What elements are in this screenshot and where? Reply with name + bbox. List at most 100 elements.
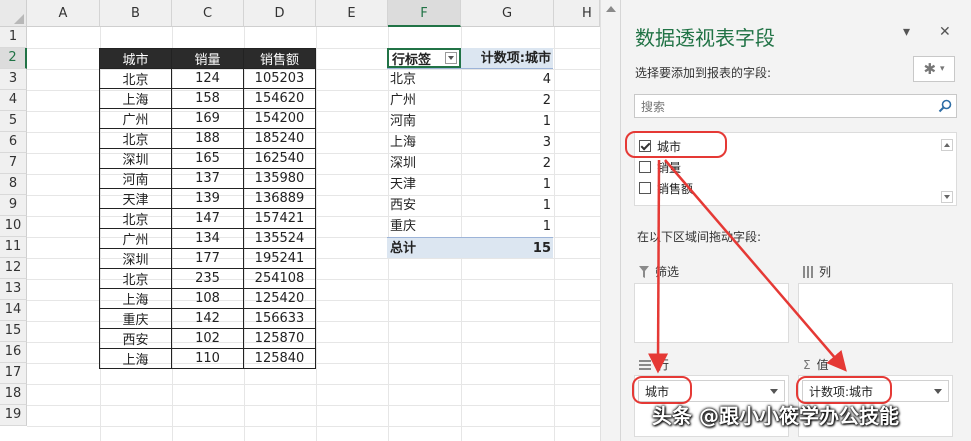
pivot-row[interactable]: 西安 1 [387, 195, 553, 216]
table-cell[interactable]: 158 [171, 88, 244, 109]
table-cell[interactable]: 157421 [243, 208, 316, 229]
column-header-g[interactable]: G [461, 0, 554, 27]
pivot-row[interactable]: 深圳 2 [387, 153, 553, 174]
table-cell[interactable]: 广州 [99, 108, 172, 129]
scroll-down-icon[interactable] [941, 191, 953, 203]
row-header-9[interactable]: 9 [0, 195, 27, 216]
column-header-a[interactable]: A [27, 0, 100, 27]
row-header-7[interactable]: 7 [0, 153, 27, 174]
row-header-14[interactable]: 14 [0, 300, 27, 321]
table-cell[interactable]: 北京 [99, 268, 172, 289]
table-cell[interactable]: 110 [171, 348, 244, 369]
table-cell[interactable]: 154200 [243, 108, 316, 129]
row-header-4[interactable]: 4 [0, 90, 27, 111]
table-cell[interactable]: 185240 [243, 128, 316, 149]
column-header-f[interactable]: F [388, 0, 461, 27]
row-header-5[interactable]: 5 [0, 111, 27, 132]
search-icon[interactable] [937, 98, 953, 114]
table-header-sales[interactable]: 销售额 [243, 48, 316, 69]
field-item-quantity[interactable]: 销量 [639, 157, 681, 177]
table-cell[interactable]: 124 [171, 68, 244, 89]
pivot-row[interactable]: 北京 4 [387, 69, 553, 90]
table-header-city[interactable]: 城市 [99, 48, 172, 69]
column-header-c[interactable]: C [172, 0, 244, 27]
chevron-down-icon[interactable] [770, 388, 778, 394]
row-header-16[interactable]: 16 [0, 342, 27, 363]
table-cell[interactable]: 147 [171, 208, 244, 229]
table-cell[interactable]: 深圳 [99, 148, 172, 169]
table-cell[interactable]: 天津 [99, 188, 172, 209]
table-cell[interactable]: 北京 [99, 208, 172, 229]
table-cell[interactable]: 136889 [243, 188, 316, 209]
row-header-13[interactable]: 13 [0, 279, 27, 300]
column-header-b[interactable]: B [100, 0, 172, 27]
table-cell[interactable]: 北京 [99, 128, 172, 149]
select-all-corner[interactable] [0, 0, 27, 27]
table-cell[interactable]: 108 [171, 288, 244, 309]
column-header-h[interactable]: H [554, 0, 600, 27]
pivot-row[interactable]: 河南 1 [387, 111, 553, 132]
table-cell[interactable]: 235 [171, 268, 244, 289]
table-cell[interactable]: 195241 [243, 248, 316, 269]
table-cell[interactable]: 134 [171, 228, 244, 249]
row-header-6[interactable]: 6 [0, 132, 27, 153]
table-cell[interactable]: 156633 [243, 308, 316, 329]
column-header-e[interactable]: E [316, 0, 388, 27]
table-cell[interactable]: 125420 [243, 288, 316, 309]
table-cell[interactable]: 105203 [243, 68, 316, 89]
columns-drop-zone[interactable] [798, 283, 953, 343]
row-header-18[interactable]: 18 [0, 384, 27, 405]
table-cell[interactable]: 北京 [99, 68, 172, 89]
pivot-grand-total-row[interactable]: 总计 15 [387, 237, 553, 258]
table-cell[interactable]: 深圳 [99, 248, 172, 269]
table-cell[interactable]: 重庆 [99, 308, 172, 329]
field-search-box[interactable] [634, 94, 957, 118]
column-header-d[interactable]: D [244, 0, 316, 27]
table-cell[interactable]: 177 [171, 248, 244, 269]
row-header-15[interactable]: 15 [0, 321, 27, 342]
tools-button[interactable]: ✱ ▾ [913, 56, 955, 82]
row-header-17[interactable]: 17 [0, 363, 27, 384]
table-cell[interactable]: 154620 [243, 88, 316, 109]
chevron-down-icon[interactable] [934, 388, 942, 394]
table-cell[interactable]: 125840 [243, 348, 316, 369]
table-cell[interactable]: 137 [171, 168, 244, 189]
filters-drop-zone[interactable] [634, 283, 789, 343]
field-list-scrollbar[interactable] [940, 135, 954, 203]
close-icon[interactable]: ✕ [939, 24, 951, 40]
table-cell[interactable]: 254108 [243, 268, 316, 289]
row-header-19[interactable]: 19 [0, 405, 27, 426]
pivot-row[interactable]: 天津 1 [387, 174, 553, 195]
table-cell[interactable]: 河南 [99, 168, 172, 189]
row-header-1[interactable]: 1 [0, 27, 27, 48]
table-cell[interactable]: 上海 [99, 348, 172, 369]
row-header-8[interactable]: 8 [0, 174, 27, 195]
spreadsheet-grid[interactable]: A B C D E F G H 1 2 3 4 5 6 7 8 9 10 11 … [0, 0, 600, 441]
pivot-row[interactable]: 重庆 1 [387, 216, 553, 237]
table-cell[interactable]: 102 [171, 328, 244, 349]
search-input[interactable] [639, 96, 933, 118]
row-header-12[interactable]: 12 [0, 258, 27, 279]
checkbox-unchecked[interactable] [639, 161, 651, 173]
table-cell[interactable]: 165 [171, 148, 244, 169]
table-cell[interactable]: 125870 [243, 328, 316, 349]
table-cell[interactable]: 142 [171, 308, 244, 329]
table-cell[interactable]: 135524 [243, 228, 316, 249]
pivot-row[interactable]: 广州 2 [387, 90, 553, 111]
pivot-row[interactable]: 上海 3 [387, 132, 553, 153]
table-cell[interactable]: 162540 [243, 148, 316, 169]
scroll-up-arrow-icon[interactable] [606, 6, 616, 12]
table-cell[interactable]: 西安 [99, 328, 172, 349]
row-header-11[interactable]: 11 [0, 237, 27, 258]
row-header-2[interactable]: 2 [0, 48, 27, 69]
table-cell[interactable]: 广州 [99, 228, 172, 249]
field-item-sales[interactable]: 销售额 [639, 178, 693, 198]
sheet-vertical-scrollbar[interactable] [600, 0, 620, 441]
pivot-value-header[interactable]: 计数项:城市 [461, 48, 553, 68]
checkbox-unchecked[interactable] [639, 182, 651, 194]
pane-options-dropdown-icon[interactable]: ▾ [903, 24, 910, 40]
pivot-row-label-header[interactable]: 行标签 [387, 48, 461, 68]
scroll-up-icon[interactable] [941, 139, 953, 151]
row-header-3[interactable]: 3 [0, 69, 27, 90]
row-header-10[interactable]: 10 [0, 216, 27, 237]
